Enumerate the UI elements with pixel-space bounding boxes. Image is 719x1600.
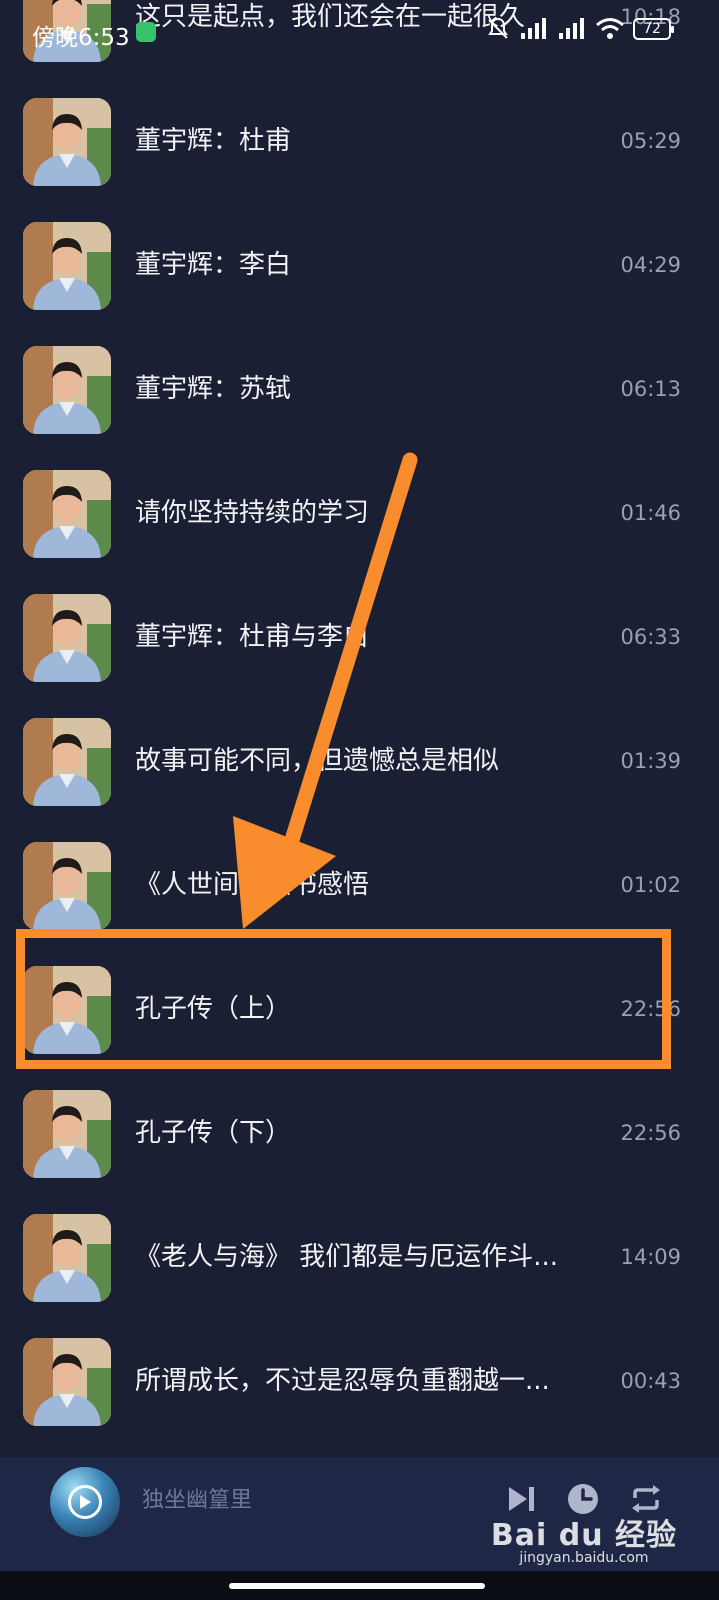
track-thumbnail	[23, 1214, 111, 1302]
track-thumbnail	[23, 1338, 111, 1426]
watermark-logo: Bai du 经验	[490, 1518, 677, 1553]
track-duration: 01:46	[620, 501, 681, 525]
track-duration: 00:43	[620, 1369, 681, 1393]
track-title: 这只是起点，我们还会在一起很久	[135, 2, 526, 32]
album-disc[interactable]	[50, 1467, 120, 1537]
track-duration: 14:09	[620, 1245, 681, 1269]
track-thumbnail	[23, 594, 111, 682]
track-title: 请你坚持持续的学习	[135, 498, 370, 528]
track-duration: 10:18	[620, 5, 681, 29]
track-row[interactable]: 《老人与海》 我们都是与厄运作斗... 14:09	[0, 1195, 719, 1319]
now-playing-title: 独坐幽篁里	[142, 1488, 253, 1513]
track-title: 所谓成长，不过是忍辱负重翻越一...	[135, 1366, 550, 1396]
track-title: 董宇辉：杜甫	[135, 126, 292, 156]
track-duration: 05:29	[620, 129, 681, 153]
track-row[interactable]: 所谓成长，不过是忍辱负重翻越一... 00:43	[0, 1319, 719, 1443]
track-title: 孔子传（下）	[135, 1118, 292, 1148]
track-duration: 01:39	[620, 749, 681, 773]
track-row[interactable]: 董宇辉：李白 04:29	[0, 203, 719, 327]
track-title: 董宇辉：杜甫与李白	[135, 622, 370, 652]
track-title: 董宇辉：苏轼	[135, 374, 292, 404]
baidu-watermark: Bai du 经验 jingyan.baidu.com	[491, 1510, 677, 1566]
track-thumbnail	[23, 98, 111, 186]
track-thumbnail	[23, 346, 111, 434]
track-thumbnail	[23, 718, 111, 806]
track-row[interactable]: 孔子传（下） 22:56	[0, 1071, 719, 1195]
track-title: 故事可能不同，但遗憾总是相似	[135, 746, 500, 776]
track-row[interactable]: 董宇辉：苏轼 06:13	[0, 327, 719, 451]
track-thumbnail	[23, 222, 111, 310]
track-row[interactable]: 董宇辉：杜甫与李白 06:33	[0, 575, 719, 699]
track-row[interactable]: 董宇辉：杜甫 05:29	[0, 79, 719, 203]
track-duration: 06:13	[620, 377, 681, 401]
play-icon[interactable]	[68, 1485, 102, 1519]
track-duration: 06:33	[620, 625, 681, 649]
track-row[interactable]: 故事可能不同，但遗憾总是相似 01:39	[0, 699, 719, 823]
track-title: 董宇辉：李白	[135, 250, 292, 280]
track-duration: 04:29	[620, 253, 681, 277]
track-thumbnail	[23, 0, 111, 62]
annotation-highlight-box	[16, 929, 671, 1069]
home-indicator[interactable]	[229, 1583, 485, 1589]
music-playlist-screen: 这只是起点，我们还会在一起很久 10:18 董宇辉：杜甫 05:29 董宇辉：李白 04:…	[0, 0, 719, 1600]
track-row[interactable]: 请你坚持持续的学习 01:46	[0, 451, 719, 575]
track-thumbnail	[23, 842, 111, 930]
track-thumbnail	[23, 1090, 111, 1178]
track-title: 《老人与海》 我们都是与厄运作斗...	[135, 1242, 559, 1272]
track-row[interactable]: 这只是起点，我们还会在一起很久 10:18	[0, 0, 719, 79]
track-duration: 22:56	[620, 1121, 681, 1145]
track-thumbnail	[23, 470, 111, 558]
